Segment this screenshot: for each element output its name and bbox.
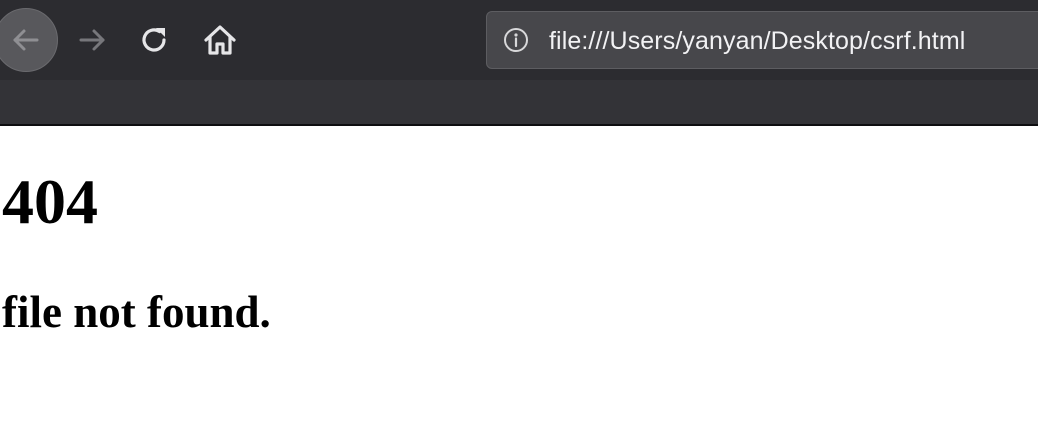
navigation-toolbar: file:///Users/yanyan/Desktop/csrf.html xyxy=(0,0,1038,80)
forward-button[interactable] xyxy=(60,8,124,72)
home-icon xyxy=(204,25,236,55)
address-bar[interactable]: file:///Users/yanyan/Desktop/csrf.html xyxy=(486,11,1038,69)
browser-chrome: file:///Users/yanyan/Desktop/csrf.html xyxy=(0,0,1038,126)
error-code-heading: 404 xyxy=(2,166,98,237)
back-button-circle[interactable] xyxy=(0,8,58,72)
info-icon[interactable] xyxy=(503,27,529,53)
arrow-right-icon xyxy=(79,29,105,51)
reload-icon xyxy=(142,28,166,52)
back-button[interactable] xyxy=(0,8,58,72)
arrow-left-icon xyxy=(13,29,39,51)
home-button[interactable] xyxy=(188,8,252,72)
address-bar-url[interactable]: file:///Users/yanyan/Desktop/csrf.html xyxy=(549,12,965,70)
error-message: file not found. xyxy=(2,287,271,337)
page-content: 404 file not found. xyxy=(0,126,1038,444)
reload-button[interactable] xyxy=(122,8,186,72)
